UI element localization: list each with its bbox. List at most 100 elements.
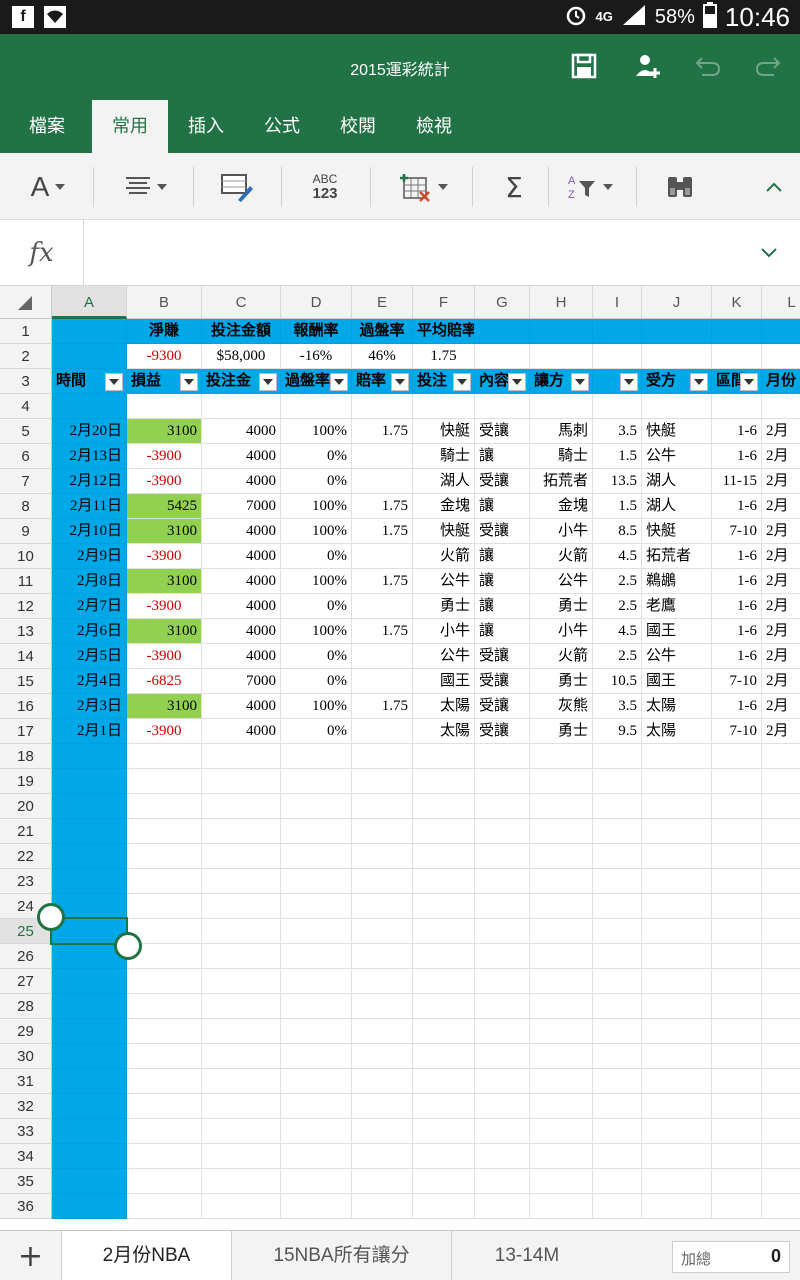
cell[interactable] <box>762 794 800 819</box>
table-header[interactable]: 投注金 <box>202 369 281 394</box>
cell[interactable] <box>413 1019 475 1044</box>
cell[interactable] <box>281 919 352 944</box>
table-row-cell[interactable]: 公牛 <box>530 569 593 594</box>
cell-a32[interactable] <box>52 1094 127 1119</box>
table-row-cell[interactable]: 快艇 <box>413 419 475 444</box>
row-header-28[interactable]: 28 <box>0 994 52 1019</box>
cell[interactable] <box>530 944 593 969</box>
table-row-cell[interactable]: 拓荒者 <box>530 469 593 494</box>
cell[interactable] <box>593 744 642 769</box>
table-header[interactable]: 賠率 <box>352 369 413 394</box>
table-row-cell[interactable]: 公牛 <box>413 644 475 669</box>
sheet-tab-feb-nba[interactable]: 2月份NBA <box>62 1231 232 1280</box>
cell[interactable] <box>642 1169 712 1194</box>
row-header-3[interactable]: 3 <box>0 369 52 394</box>
table-row-cell[interactable]: 3100 <box>127 694 202 719</box>
cell[interactable] <box>352 1194 413 1219</box>
row-header-22[interactable]: 22 <box>0 844 52 869</box>
cell[interactable] <box>281 869 352 894</box>
table-row-cell[interactable]: 讓 <box>475 619 530 644</box>
table-row-cell[interactable]: 讓 <box>475 444 530 469</box>
cell[interactable] <box>762 894 800 919</box>
cell[interactable] <box>530 1169 593 1194</box>
cell[interactable] <box>712 969 762 994</box>
column-header-h[interactable]: H <box>530 286 593 319</box>
table-row-cell[interactable]: 騎士 <box>530 444 593 469</box>
table-row-cell[interactable]: 2月 <box>762 619 800 644</box>
table-row-cell[interactable]: 4000 <box>202 469 281 494</box>
cell[interactable] <box>712 844 762 869</box>
table-row-cell[interactable] <box>352 669 413 694</box>
table-row-cell[interactable]: 1-6 <box>712 419 762 444</box>
cell[interactable] <box>475 769 530 794</box>
table-row-cell[interactable]: 勇士 <box>530 669 593 694</box>
summary-value[interactable]: 46% <box>352 344 413 369</box>
table-row-cell[interactable]: 0% <box>281 719 352 744</box>
font-button[interactable]: A <box>20 167 76 207</box>
cell[interactable] <box>281 994 352 1019</box>
table-header[interactable]: 投注 <box>413 369 475 394</box>
cell[interactable] <box>762 944 800 969</box>
cell[interactable] <box>413 1119 475 1144</box>
cell[interactable] <box>413 894 475 919</box>
summary-value[interactable] <box>762 344 800 369</box>
row-header-32[interactable]: 32 <box>0 1094 52 1119</box>
row-header-7[interactable]: 7 <box>0 469 52 494</box>
table-row-cell[interactable]: 快艇 <box>642 519 712 544</box>
cell[interactable] <box>762 1069 800 1094</box>
table-row-cell[interactable]: 100% <box>281 569 352 594</box>
table-row-cell[interactable]: 4000 <box>202 619 281 644</box>
cell[interactable] <box>530 1069 593 1094</box>
row-header-12[interactable]: 12 <box>0 594 52 619</box>
cell[interactable] <box>530 1094 593 1119</box>
cell[interactable] <box>352 769 413 794</box>
row-header-1[interactable]: 1 <box>0 319 52 344</box>
cell[interactable] <box>413 1069 475 1094</box>
row-header-23[interactable]: 23 <box>0 869 52 894</box>
cell[interactable] <box>593 819 642 844</box>
row-header-5[interactable]: 5 <box>0 419 52 444</box>
cell[interactable] <box>530 1019 593 1044</box>
cell-a34[interactable] <box>52 1144 127 1169</box>
table-row-cell[interactable] <box>352 719 413 744</box>
cell[interactable] <box>352 794 413 819</box>
cell[interactable] <box>712 1169 762 1194</box>
table-row-cell[interactable]: 1-6 <box>712 619 762 644</box>
cell[interactable] <box>352 844 413 869</box>
cell[interactable] <box>202 994 281 1019</box>
table-row-cell[interactable] <box>352 444 413 469</box>
share-button[interactable] <box>632 50 664 82</box>
cell[interactable] <box>413 769 475 794</box>
table-row-cell[interactable]: 金塊 <box>530 494 593 519</box>
tab-formulas[interactable]: 公式 <box>248 100 316 153</box>
cell[interactable] <box>762 969 800 994</box>
table-row-cell[interactable]: 受讓 <box>475 469 530 494</box>
column-header-i[interactable]: I <box>593 286 642 319</box>
table-row-cell[interactable]: 2月 <box>762 644 800 669</box>
cell[interactable] <box>475 1119 530 1144</box>
status-sum[interactable]: 加總 0 <box>672 1241 790 1273</box>
column-header-k[interactable]: K <box>712 286 762 319</box>
table-row-cell[interactable]: 100% <box>281 694 352 719</box>
cell[interactable] <box>762 769 800 794</box>
align-button[interactable] <box>116 167 176 207</box>
column-header-b[interactable]: B <box>127 286 202 319</box>
table-row-cell[interactable]: 2月9日 <box>52 544 127 569</box>
table-row-cell[interactable]: 馬刺 <box>530 419 593 444</box>
filter-dropdown-icon[interactable] <box>453 373 471 391</box>
row-header-13[interactable]: 13 <box>0 619 52 644</box>
undo-button[interactable] <box>692 50 724 82</box>
table-row-cell[interactable]: 2月 <box>762 569 800 594</box>
cell[interactable] <box>712 1019 762 1044</box>
add-sheet-button[interactable]: + <box>0 1231 62 1280</box>
cell[interactable] <box>127 1194 202 1219</box>
table-row-cell[interactable]: 讓 <box>475 594 530 619</box>
table-row-cell[interactable]: -3900 <box>127 644 202 669</box>
selection-handle-end[interactable] <box>114 932 142 960</box>
table-row-cell[interactable]: 13.5 <box>593 469 642 494</box>
fx-icon[interactable]: fx <box>0 220 84 285</box>
cell[interactable] <box>202 819 281 844</box>
cell[interactable] <box>127 1019 202 1044</box>
table-row-cell[interactable]: 4000 <box>202 569 281 594</box>
column-header-e[interactable]: E <box>352 286 413 319</box>
